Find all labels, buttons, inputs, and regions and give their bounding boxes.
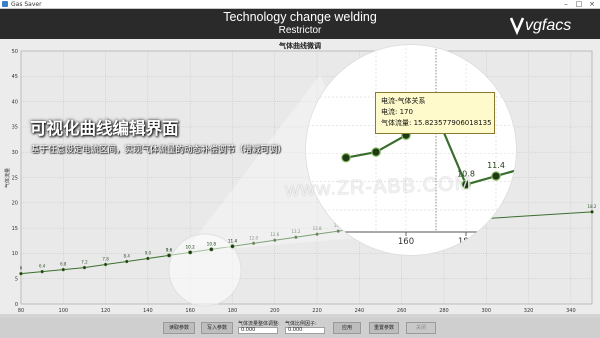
data-point <box>103 262 108 267</box>
x-tick-label: 320 <box>524 308 534 314</box>
x-tick-label: 140 <box>143 308 153 314</box>
data-point <box>590 210 594 214</box>
focus-point <box>230 244 235 249</box>
x-tick-label: 200 <box>270 308 280 314</box>
data-label: 7.8 <box>102 257 109 262</box>
read-params-button[interactable]: 读取参数 <box>163 322 195 334</box>
y-axis-title: 气体流量 <box>4 168 11 188</box>
y-tick-label: 45 <box>12 74 18 80</box>
overlay-headline: 可视化曲线编辑界面 <box>30 119 179 138</box>
data-label: 8.4 <box>124 253 131 258</box>
magnified-x-tick-label: 160 <box>398 237 414 247</box>
data-point <box>61 267 66 272</box>
y-tick-label: 0 <box>15 302 18 308</box>
x-tick-label: 300 <box>481 308 491 314</box>
x-tick-label: 80 <box>18 308 24 314</box>
magnified-point <box>491 171 501 181</box>
focus-point <box>209 247 214 252</box>
data-label: 6.4 <box>39 264 46 269</box>
y-tick-label: 5 <box>15 277 18 283</box>
x-tick-label: 120 <box>101 308 111 314</box>
x-tick-label: 220 <box>312 308 322 314</box>
data-point <box>82 265 87 270</box>
close-button[interactable]: 关闭 <box>406 322 436 334</box>
focus-point <box>188 250 193 255</box>
data-point <box>19 271 23 276</box>
tooltip-line-2: 电流: 170 <box>381 108 413 116</box>
data-point <box>146 256 150 261</box>
x-tick-label: 240 <box>355 308 365 314</box>
data-label: 6.8 <box>60 262 67 267</box>
magnified-point-label: 11.4 <box>487 161 505 170</box>
overlay-description: 基于任意设定电流区间，实现气体流量的动态补偿调节（增减可调） <box>31 145 287 155</box>
focus-label: 10.8 <box>207 241 217 246</box>
y-tick-label: 25 <box>12 175 18 181</box>
data-label: 6 <box>20 266 23 271</box>
apply-button[interactable]: 应用 <box>333 322 361 334</box>
x-tick-label: 180 <box>228 308 238 314</box>
focus-label: 11.4 <box>228 238 238 243</box>
x-tick-label: 100 <box>59 308 69 314</box>
tooltip-line-3: 气体流量: 15.823577906018135 <box>381 119 492 127</box>
data-point <box>40 269 44 274</box>
tooltip-line-1: 电流-气体关系 <box>381 97 426 105</box>
focus-label: 10.2 <box>186 244 196 249</box>
data-label: 9.0 <box>145 250 152 255</box>
data-label: 18.2 <box>588 204 597 209</box>
y-tick-label: 50 <box>12 49 18 55</box>
y-tick-label: 40 <box>12 99 18 105</box>
y-tick-label: 15 <box>12 226 18 232</box>
gas-curve-chart[interactable]: 0 5 10 15 20 25 30 35 40 45 50 80 100 120 140 160 180 200… <box>0 0 600 338</box>
y-tick-label: 10 <box>12 251 18 257</box>
x-tick-label: 260 <box>397 308 407 314</box>
point-tooltip: 电流-气体关系 电流: 170 气体流量: 15.823577906018135 <box>375 92 495 134</box>
y-tick-label: 30 <box>12 150 18 156</box>
x-tick-label: 160 <box>185 308 195 314</box>
magnified-point <box>341 152 351 163</box>
x-tick-label: 280 <box>439 308 449 314</box>
x-tick-label: 340 <box>566 308 576 314</box>
data-point <box>124 259 129 264</box>
gas-ratio-input[interactable]: 0.000 <box>285 327 325 334</box>
y-tick-label: 20 <box>12 201 18 207</box>
write-params-button[interactable]: 写入参数 <box>201 322 233 334</box>
data-label: 7.2 <box>81 260 88 265</box>
y-axis-label: 气体流量 <box>4 168 11 188</box>
y-tick-label: 35 <box>12 125 18 131</box>
reset-params-button[interactable]: 重置参数 <box>369 322 399 334</box>
gas-gain-input[interactable]: 0.000 <box>238 327 278 334</box>
focus-label: 9.6 <box>166 247 173 252</box>
magnified-point <box>371 147 381 157</box>
focus-circle <box>168 233 242 307</box>
focus-point <box>166 253 172 258</box>
